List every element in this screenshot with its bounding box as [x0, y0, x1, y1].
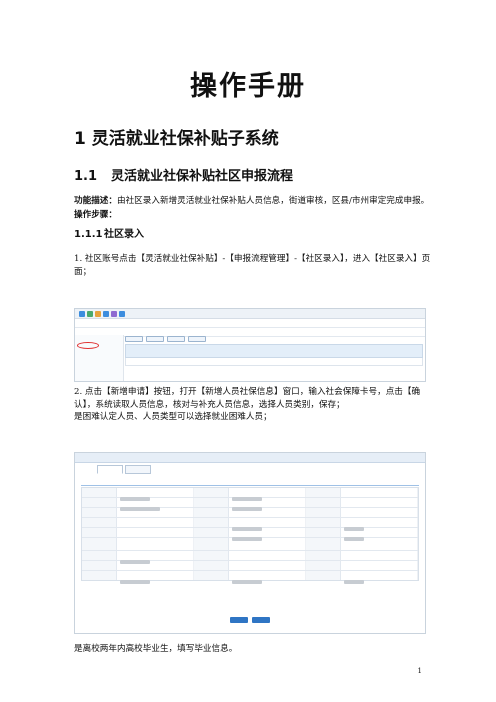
description-text: 由社区录入新增灵活就业社保补贴人员信息，街道审核，区县/市州审定完成申报。 [116, 196, 430, 206]
screenshot-toolbar [75, 309, 425, 319]
function-description: 功能描述：由社区录入新增灵活就业社保补贴人员信息，街道审核，区县/市州审定完成申… [74, 195, 436, 208]
screenshot-new-person-form [74, 452, 426, 634]
section-heading-1-1-1: 1.1.1 社区录入 [74, 225, 144, 240]
step-2-text: 2. 点击【新增申请】按钮，打开【新增人员社保信息】窗口，输入社会保障卡号，点击… [74, 387, 421, 410]
description-label: 功能描述： [74, 196, 117, 206]
section-heading-1: 1 灵活就业社保补贴子系统 [74, 129, 279, 149]
form-title-bar [75, 453, 425, 463]
form-save-button [230, 617, 248, 623]
screenshot-community-entry-page [74, 308, 426, 382]
steps-label: 操作步骤： [74, 210, 117, 220]
screenshot-row [75, 319, 425, 328]
heading-number: 1.1 [74, 169, 98, 184]
heading-number: 1.1.1 [74, 229, 103, 240]
step-2-note: 是困难认定人员、人员类型可以选择就业困难人员； [74, 412, 272, 422]
highlight-circle [77, 342, 99, 349]
after-screenshot-text: 是离校两年内高校毕业生，填写毕业信息。 [74, 644, 238, 654]
heading-text: 灵活就业社保补贴社区申报流程 [111, 169, 294, 184]
document-title: 操作手册 [190, 71, 306, 102]
screenshot-table-area [125, 335, 423, 379]
form-grid [81, 487, 419, 584]
form-close-button [252, 617, 270, 623]
step-1-text: 1. 社区账号点击【灵活就业社保补贴】-【申报流程管理】-【社区录入】，进入【社… [74, 254, 431, 277]
section-heading-1-1: 1.1 灵活就业社保补贴社区申报流程 [74, 165, 293, 184]
page-number: 1 [417, 667, 422, 675]
heading-text: 社区录入 [104, 229, 144, 240]
form-section-header [81, 478, 419, 486]
